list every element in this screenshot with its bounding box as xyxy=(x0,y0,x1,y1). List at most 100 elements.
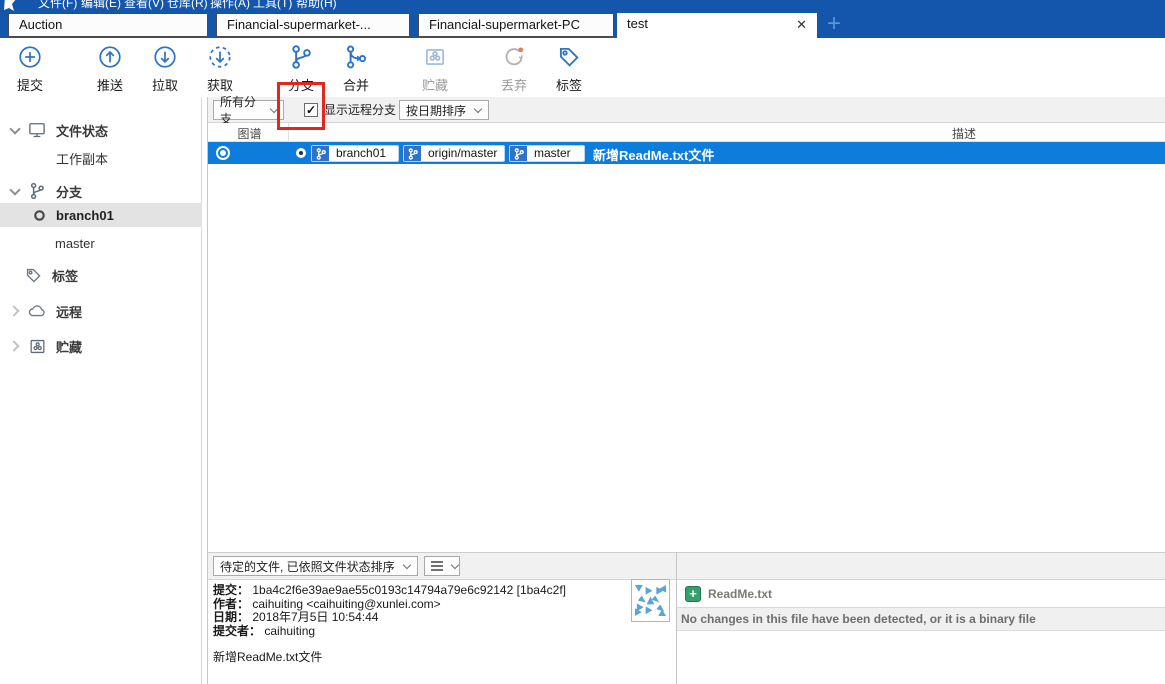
monitor-icon xyxy=(26,120,48,140)
chevron-right-icon[interactable] xyxy=(10,341,20,351)
merge-label: 合并 xyxy=(342,78,369,93)
tag-button[interactable]: 标签 xyxy=(534,42,604,94)
ref-label-master[interactable]: master xyxy=(509,145,585,162)
tab-financial-supermarket-pc[interactable]: Financial-supermarket-PC xyxy=(418,13,614,37)
fetch-dashed-arrow-icon xyxy=(185,42,255,72)
merge-button[interactable]: 合并 xyxy=(321,42,391,94)
chevron-down-icon[interactable] xyxy=(10,186,20,196)
chevron-down-icon xyxy=(451,562,453,570)
sidebar-item-master[interactable]: master xyxy=(0,231,202,255)
sidebar-item-label: 贮藏 xyxy=(56,339,83,355)
menu-edit[interactable]: 编辑(E) xyxy=(81,0,121,11)
show-remote-label: 显示远程分支 xyxy=(324,103,397,117)
tab-test[interactable]: test ✕ xyxy=(617,13,817,38)
branch-filter-dropdown[interactable]: 所有分支 xyxy=(213,95,284,126)
ref-label-branch01[interactable]: branch01 xyxy=(311,145,399,162)
sidebar-item-label: 工作副本 xyxy=(56,151,109,167)
ref-name: origin/master xyxy=(421,146,504,161)
tab-label: test xyxy=(627,16,648,31)
menu-help[interactable]: 帮助(H) xyxy=(296,0,337,11)
tag-icon xyxy=(534,42,604,72)
history-filter-bar: 所有分支 ✓ 显示远程分支 按日期排序 xyxy=(208,95,1165,126)
tag-label: 标签 xyxy=(555,78,582,93)
history-table-header: 图谱 描述 xyxy=(208,123,1165,142)
hamburger-icon xyxy=(431,561,443,571)
menu-tools[interactable]: 工具(T) xyxy=(253,0,292,11)
show-remote-branches-option: ✓ 显示远程分支 xyxy=(304,101,396,118)
menu-file[interactable]: 文件(F) xyxy=(38,0,77,11)
tag-icon xyxy=(22,266,44,285)
menu-bar: 文件(F) 编辑(E) 查看(V) 仓库(R) 操作(A) 工具(T) 帮助(H… xyxy=(0,0,1165,11)
app-logo-icon xyxy=(3,0,19,11)
head-indicator-icon xyxy=(296,148,306,158)
tab-auction[interactable]: Auction xyxy=(8,13,208,37)
menu-repo[interactable]: 仓库(R) xyxy=(167,0,208,11)
menu-view[interactable]: 查看(V) xyxy=(124,0,164,11)
cloud-icon xyxy=(26,301,48,321)
tab-close-icon[interactable]: ✕ xyxy=(796,17,807,33)
chevron-right-icon[interactable] xyxy=(10,306,20,316)
sidebar: 文件状态 工作副本 分支 branch01 master 标签 远程 贮藏 xyxy=(0,97,202,684)
sidebar-group-stashes[interactable]: 贮藏 xyxy=(0,334,202,358)
column-header-description[interactable]: 描述 xyxy=(924,125,1004,142)
sidebar-item-label: 文件状态 xyxy=(56,123,109,139)
tab-financial-supermarket[interactable]: Financial-supermarket-... xyxy=(216,13,410,37)
ref-label-origin-master[interactable]: origin/master xyxy=(403,145,505,162)
tab-label: Financial-supermarket-PC xyxy=(429,17,580,32)
commit-label: 提交 xyxy=(16,78,43,93)
committer-label: 提交者： xyxy=(213,623,262,638)
sidebar-group-remotes[interactable]: 远程 xyxy=(0,299,202,323)
chevron-down-icon[interactable] xyxy=(10,125,20,135)
column-divider[interactable] xyxy=(288,123,289,142)
author-value: caihuiting <caihuiting@xunlei.com> xyxy=(252,596,441,611)
sidebar-item-label: 远程 xyxy=(56,304,83,320)
commit-hash-label: 提交： xyxy=(213,583,250,597)
author-avatar xyxy=(631,579,670,622)
main-toolbar: 提交 推送 拉取 获取 分支 合并 贮藏 丢弃 标签 xyxy=(0,38,1165,130)
sidebar-group-tags[interactable]: 标签 xyxy=(0,263,202,287)
current-branch-icon xyxy=(28,209,50,222)
file-added-icon: + xyxy=(685,585,701,602)
branch-icon xyxy=(510,146,527,161)
fetch-button[interactable]: 获取 xyxy=(185,42,255,94)
show-remote-checkbox[interactable]: ✓ xyxy=(304,102,318,117)
tab-bar: Auction Financial-supermarket-... Financ… xyxy=(0,11,1165,38)
sidebar-item-label: branch01 xyxy=(56,207,114,223)
commit-message: 新增ReadMe.txt文件 xyxy=(593,148,715,163)
author-label: 作者： xyxy=(213,596,250,611)
sidebar-item-branch01[interactable]: branch01 xyxy=(0,203,202,227)
history-panel: 所有分支 ✓ 显示远程分支 按日期排序 图谱 描述 branch01 origi… xyxy=(207,95,1165,684)
sort-order-dropdown[interactable]: 按日期排序 xyxy=(399,100,489,120)
chevron-down-icon xyxy=(474,106,482,114)
sidebar-item-working-copy[interactable]: 工作副本 xyxy=(0,146,202,170)
file-filter-bar: 待定的文件, 已依照文件状态排序 xyxy=(208,552,1165,580)
stash-button[interactable]: 贮藏 xyxy=(400,42,470,94)
commit-button[interactable]: 提交 xyxy=(0,42,65,94)
menu-actions[interactable]: 操作(A) xyxy=(210,0,250,11)
commit-row-selected[interactable]: branch01 origin/master master 新增ReadMe.t… xyxy=(208,142,1165,164)
tab-label: Financial-supermarket-... xyxy=(227,17,371,32)
view-options-dropdown[interactable] xyxy=(424,556,460,576)
sidebar-group-branches[interactable]: 分支 xyxy=(0,179,202,203)
merge-icon xyxy=(321,42,391,72)
sort-order-value: 按日期排序 xyxy=(406,103,467,118)
column-header-graph[interactable]: 图谱 xyxy=(222,125,277,142)
sidebar-item-label: 标签 xyxy=(52,268,79,284)
new-tab-button[interactable]: + xyxy=(820,11,848,38)
branch-icon xyxy=(404,146,421,161)
file-status-message-row: No changes in this file have been detect… xyxy=(677,608,1165,631)
sidebar-item-label: 分支 xyxy=(56,184,83,200)
file-row-readme[interactable]: + ReadMe.txt xyxy=(677,580,1165,608)
stash-box-icon xyxy=(400,42,470,72)
pending-files-dropdown[interactable]: 待定的文件, 已依照文件状态排序 xyxy=(213,556,418,576)
sourcetree-window: 文件(F) 编辑(E) 查看(V) 仓库(R) 操作(A) 工具(T) 帮助(H… xyxy=(0,0,1165,684)
file-status-message: No changes in this file have been detect… xyxy=(681,612,1036,626)
tab-label: Auction xyxy=(19,17,63,32)
commit-plus-icon xyxy=(0,42,65,72)
commit-full-message: 新增ReadMe.txt文件 xyxy=(213,650,323,664)
branch-filter-value: 所有分支 xyxy=(220,95,257,126)
stash-label: 贮藏 xyxy=(421,78,448,93)
changed-files-pane: + ReadMe.txt No changes in this file hav… xyxy=(677,580,1165,684)
sidebar-item-file-status[interactable]: 文件状态 xyxy=(0,118,202,142)
branch-icon xyxy=(312,146,329,161)
